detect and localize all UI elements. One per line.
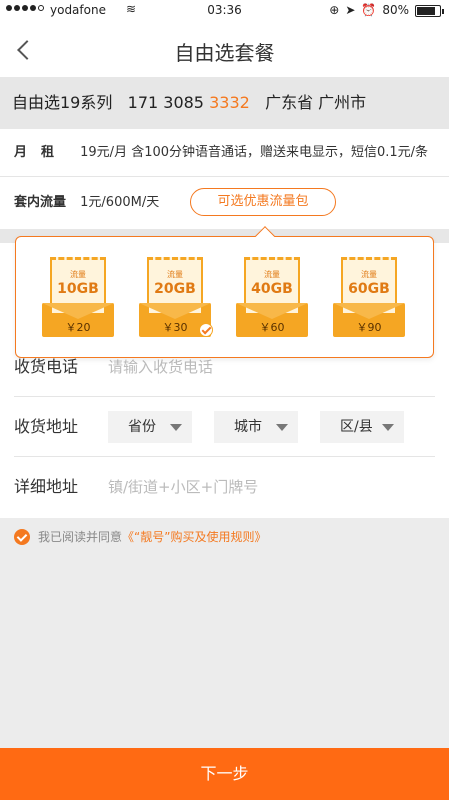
envelope-flap [333, 303, 405, 319]
rent-text: 19元/月 含100分钟语音通话，赠送来电显示，短信0.1元/条 [80, 145, 429, 160]
data-pack-option[interactable]: 流量 10GB ￥20 [42, 255, 114, 339]
pack-caption: 流量 [264, 270, 280, 279]
pack-price: ￥20 [65, 321, 91, 334]
province-value: 省份 [128, 419, 156, 435]
pack-caption: 流量 [361, 270, 377, 279]
alarm-icon: ⏰ [361, 3, 377, 17]
district-select[interactable]: 区/县 [320, 411, 404, 443]
data-pack-option[interactable]: 流量 20GB ￥30 [139, 255, 213, 339]
data-plan-value: 1元/600M/天 [80, 195, 160, 210]
data-plan-row: 套内流量 1元/600M/天 可选优惠流量包 [0, 177, 449, 229]
lock-rotation-icon: ⊕ [329, 3, 340, 17]
pack-price: ￥90 [356, 321, 382, 334]
pack-price: ￥60 [259, 321, 285, 334]
next-step-button[interactable]: 下一步 [0, 748, 449, 800]
pack-caption: 流量 [167, 270, 183, 279]
district-value: 区/县 [340, 419, 373, 435]
status-icons: ⊕ ➤ ⏰ 80% [329, 3, 409, 17]
caret-down-icon [170, 424, 182, 431]
rent-label: 月租 [14, 145, 69, 160]
plan-location: 广东省 广州市 [265, 93, 367, 112]
data-pack-popup: 流量 10GB ￥20 流量 20GB ￥30 流量 40GB ￥60 流量 6… [15, 226, 434, 358]
selected-check-icon [199, 323, 213, 337]
pack-caption: 流量 [70, 270, 86, 279]
envelope-flap [139, 303, 211, 319]
detail-address-label: 详细地址 [14, 477, 79, 496]
data-pack-option[interactable]: 流量 40GB ￥60 [236, 255, 308, 339]
phone-number-highlight: 3332 [209, 93, 250, 112]
caret-down-icon [382, 424, 394, 431]
agreement-text: 我已阅读并同意 [38, 530, 123, 544]
province-select[interactable]: 省份 [108, 411, 192, 443]
pack-size: 10GB [57, 281, 99, 297]
detail-address-row: 详细地址 [0, 457, 449, 517]
battery-icon [415, 5, 444, 17]
monthly-rent-row: 月租 19元/月 含100分钟语音通话，赠送来电显示，短信0.1元/条 [0, 129, 449, 177]
envelope-flap [42, 303, 114, 319]
pack-size: 60GB [348, 281, 390, 297]
data-pack-option[interactable]: 流量 60GB ￥90 [333, 255, 405, 339]
plan-series: 自由选19系列 [12, 93, 113, 112]
city-value: 城市 [234, 419, 262, 435]
battery-percent: 80% [382, 3, 409, 17]
rules-link[interactable]: 《“靓号”购买及使用规则》 [122, 528, 266, 545]
pack-size: 20GB [154, 281, 196, 297]
address-label: 收货地址 [14, 417, 79, 436]
plan-summary: 自由选19系列 171 3085 3332 广东省 广州市 [0, 77, 449, 129]
location-icon: ➤ [345, 3, 356, 17]
nav-bar: 自由选套餐 [0, 22, 449, 77]
agreement-row: 我已阅读并同意 《“靓号”购买及使用规则》 [14, 528, 266, 545]
data-plan-label: 套内流量 [14, 195, 67, 210]
caret-down-icon [276, 424, 288, 431]
city-select[interactable]: 城市 [214, 411, 298, 443]
agreement-checkbox[interactable] [14, 528, 30, 545]
address-row: 收货地址 省份 城市 区/县 [0, 397, 449, 457]
page-title: 自由选套餐 [174, 41, 275, 65]
envelope-flap [236, 303, 308, 319]
phone-number-prefix: 171 3085 [127, 93, 204, 112]
detail-address-input[interactable] [108, 471, 428, 503]
status-bar: yodafone ≋ 03:36 ⊕ ➤ ⏰ 80% [0, 0, 449, 22]
pack-size: 40GB [251, 281, 293, 297]
data-pack-button[interactable]: 可选优惠流量包 [190, 188, 336, 216]
